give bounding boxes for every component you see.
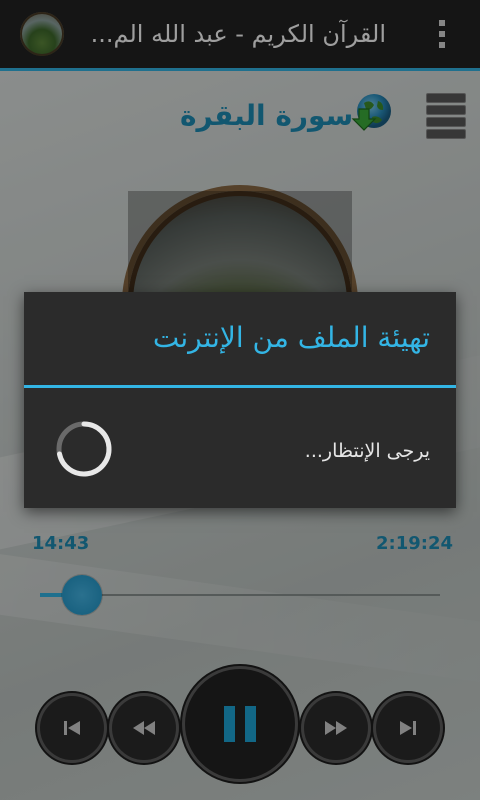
dialog-divider — [24, 385, 456, 388]
dialog-message: يرجى الإنتظار... — [304, 440, 430, 462]
loading-spinner-icon — [56, 421, 112, 477]
progress-dialog: تهيئة الملف من الإنترنت يرجى الإنتظار... — [24, 292, 456, 508]
dialog-title: تهيئة الملف من الإنترنت — [152, 321, 430, 354]
